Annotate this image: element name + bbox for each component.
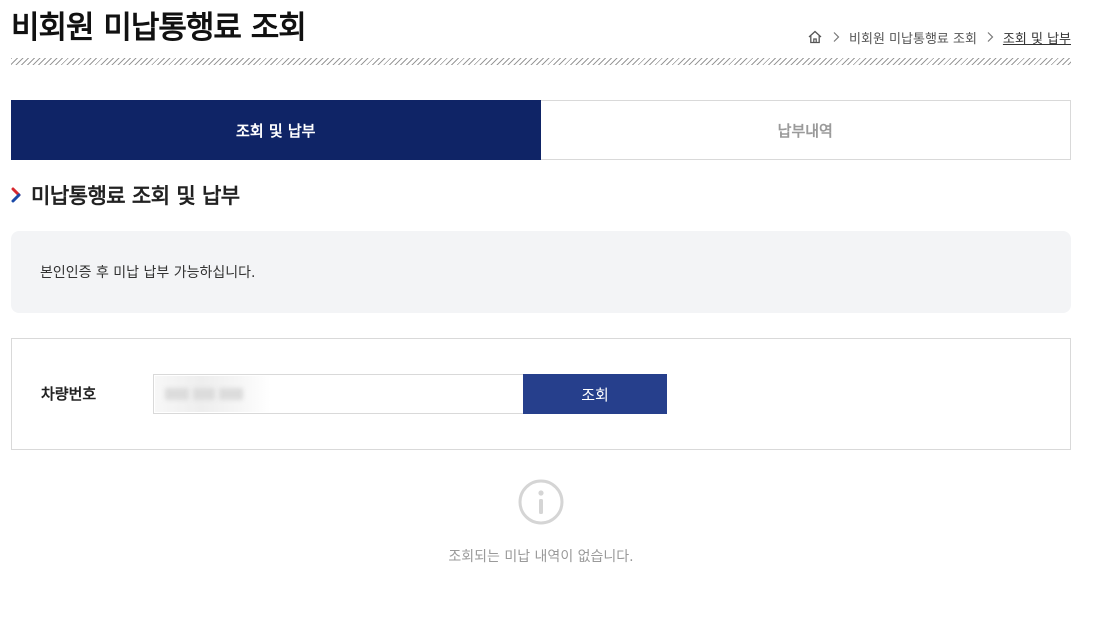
breadcrumb-current[interactable]: 조회 및 납부: [1003, 28, 1071, 47]
chevron-right-icon: [985, 31, 995, 43]
empty-state: 조회되는 미납 내역이 없습니다.: [11, 478, 1071, 566]
vehicle-number-label: 차량번호: [41, 385, 97, 403]
tab-payment-history[interactable]: 납부내역: [540, 100, 1071, 160]
chevron-right-icon: [11, 187, 23, 203]
tab-inquiry-payment[interactable]: 조회 및 납부: [11, 100, 541, 160]
section-header: 미납통행료 조회 및 납부: [11, 180, 240, 210]
info-icon: [517, 478, 565, 526]
tab-bar: 조회 및 납부 납부내역: [11, 100, 1071, 160]
notice-text: 본인인증 후 미납 납부 가능하십니다.: [40, 265, 256, 281]
breadcrumb-item[interactable]: 비회원 미납통행료 조회: [849, 28, 977, 47]
empty-message: 조회되는 미납 내역이 없습니다.: [448, 549, 634, 565]
breadcrumb: 비회원 미납통행료 조회 조회 및 납부: [807, 27, 1071, 47]
home-icon[interactable]: [807, 29, 823, 45]
search-button[interactable]: 조회: [523, 374, 667, 414]
vehicle-number-input[interactable]: [153, 374, 523, 414]
search-form: 차량번호 조회: [11, 338, 1071, 450]
chevron-right-icon: [831, 31, 841, 43]
notice-box: 본인인증 후 미납 납부 가능하십니다.: [11, 231, 1071, 313]
page-title: 비회원 미납통행료 조회: [11, 10, 307, 46]
section-title: 미납통행료 조회 및 납부: [31, 184, 240, 208]
title-divider: [11, 58, 1071, 65]
page: 비회원 미납통행료 조회 비회원 미납통행료 조회 조회 및 납부 조회 및 납…: [0, 0, 1111, 618]
